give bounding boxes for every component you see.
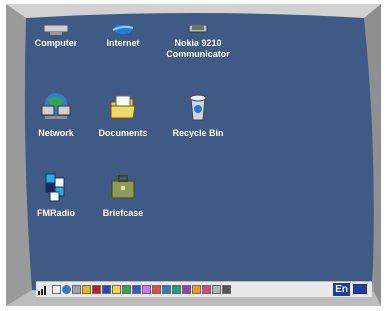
computer-icon <box>40 22 72 35</box>
app-icon[interactable] <box>172 285 181 294</box>
keyboard-icon[interactable] <box>353 284 367 294</box>
internet-explorer-icon <box>107 22 139 34</box>
app-icon[interactable] <box>202 285 211 294</box>
app-icon[interactable] <box>222 285 231 294</box>
documents-folder-icon <box>107 92 139 122</box>
desktop-icon-label: Nokia 9210 Communicator <box>166 38 230 59</box>
globe-icon[interactable] <box>62 285 71 294</box>
signal-icon <box>38 284 48 295</box>
desktop-icon-fmradio[interactable]: FMRadio <box>24 172 88 219</box>
app-icon[interactable] <box>162 285 171 294</box>
nokia-communicator-icon <box>182 22 214 33</box>
desktop-icon-label: Recycle Bin <box>172 128 224 138</box>
app-icon[interactable] <box>142 285 151 294</box>
desktop-icon-label: Computer <box>34 38 78 48</box>
taskbar-apps <box>52 283 231 296</box>
desktop-icon-briefcase[interactable]: Briefcase <box>91 172 155 219</box>
desktop-icon-recycle-bin[interactable]: Recycle Bin <box>166 92 230 139</box>
briefcase-icon <box>107 172 139 202</box>
app-icon[interactable] <box>72 285 81 294</box>
desktop-icon-nokia[interactable]: Nokia 9210 Communicator <box>166 22 230 60</box>
language-indicator[interactable]: En <box>333 283 350 296</box>
app-icon[interactable] <box>182 285 191 294</box>
desktop-icon-label: Documents <box>98 128 148 138</box>
desktop-icon-computer[interactable]: Computer <box>24 22 88 49</box>
app-icon[interactable] <box>92 285 101 294</box>
app-icon[interactable] <box>52 285 61 294</box>
desktop: Computer Internet Nokia 9210 Communicato… <box>30 22 370 277</box>
fm-radio-icon <box>40 172 72 202</box>
app-icon[interactable] <box>122 285 131 294</box>
desktop-icon-documents[interactable]: Documents <box>91 92 155 139</box>
app-icon[interactable] <box>132 285 141 294</box>
app-icon[interactable] <box>112 285 121 294</box>
taskbar: En <box>36 281 372 297</box>
desktop-icon-label: FMRadio <box>37 208 75 218</box>
desktop-icon-label: Briefcase <box>102 208 144 218</box>
app-icon[interactable] <box>152 285 161 294</box>
desktop-icon-network[interactable]: Network <box>24 92 88 139</box>
arrow-icon[interactable] <box>82 285 91 294</box>
desktop-icon-label: Network <box>38 128 74 138</box>
app-icon[interactable] <box>192 285 201 294</box>
recycle-bin-icon <box>182 92 214 122</box>
desktop-icon-label: Internet <box>106 38 140 48</box>
app-icon[interactable] <box>212 285 221 294</box>
desktop-icon-internet[interactable]: Internet <box>91 22 155 49</box>
network-icon <box>40 92 72 122</box>
app-icon[interactable] <box>102 285 111 294</box>
